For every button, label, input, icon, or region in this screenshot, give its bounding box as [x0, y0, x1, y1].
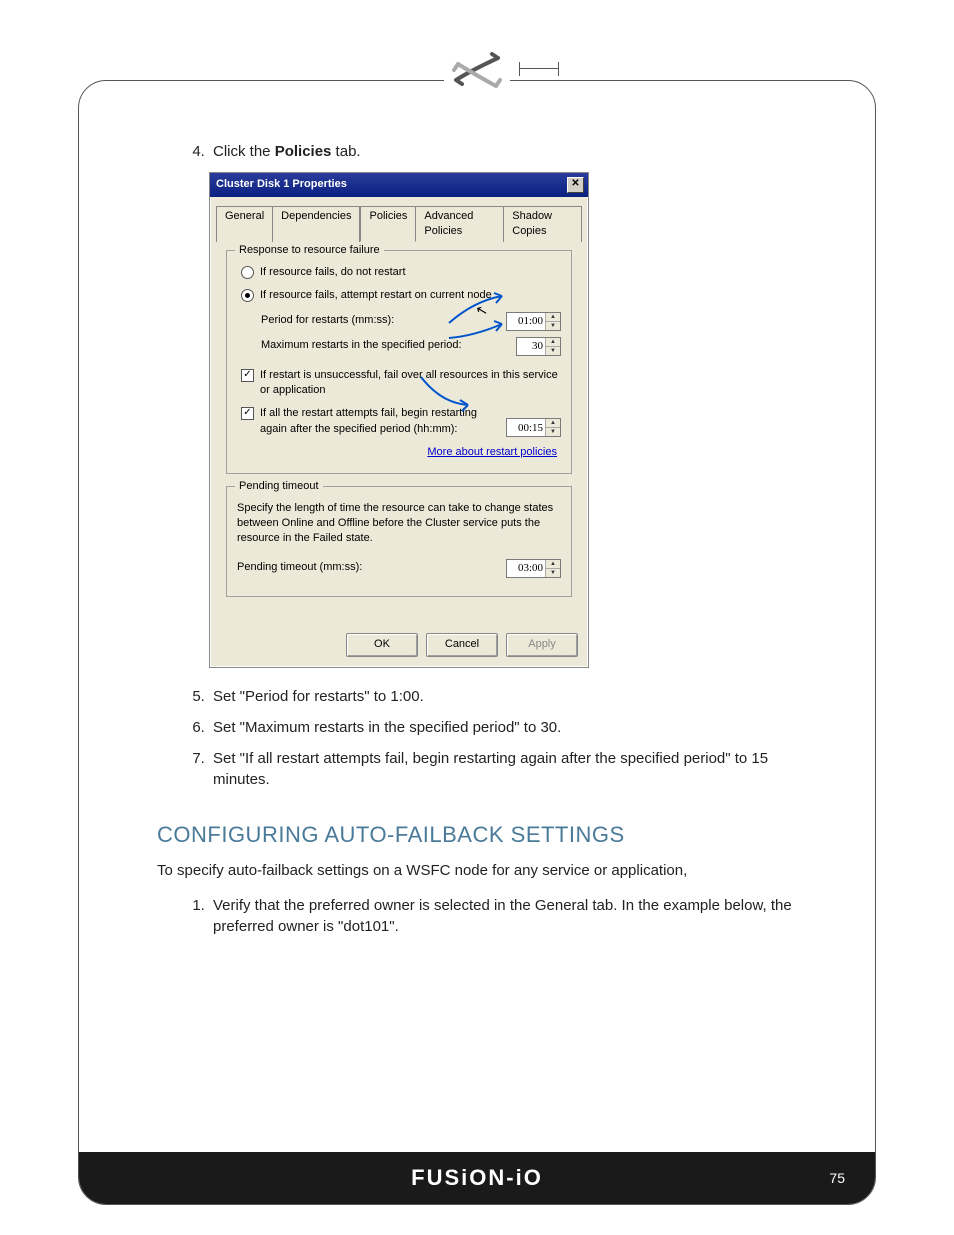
section-intro: To specify auto-failback settings on a W…: [157, 860, 815, 881]
check-begin-restarting[interactable]: ✓: [241, 407, 254, 420]
group-response-legend: Response to resource failure: [235, 243, 384, 258]
pending-timeout-label: Pending timeout (mm:ss):: [237, 560, 362, 575]
more-about-policies-link[interactable]: More about restart policies: [237, 445, 557, 460]
max-restarts-input[interactable]: [517, 338, 545, 355]
page-number: 75: [829, 1170, 845, 1186]
period-spinner[interactable]: ▲▼: [506, 312, 561, 331]
close-icon[interactable]: ✕: [567, 177, 584, 193]
radio-do-not-restart-label: If resource fails, do not restart: [260, 265, 406, 280]
step-6: Set "Maximum restarts in the specified p…: [209, 717, 815, 738]
spinner-arrows-icon[interactable]: ▲▼: [545, 313, 560, 330]
step-5: Set "Period for restarts" to 1:00.: [209, 686, 815, 707]
pending-desc: Specify the length of time the resource …: [237, 501, 561, 547]
pending-timeout-spinner[interactable]: ▲▼: [506, 559, 561, 578]
step4-suffix: tab.: [331, 143, 360, 160]
apply-button[interactable]: Apply: [506, 633, 578, 657]
tab-general[interactable]: General: [216, 206, 273, 242]
step-7: Set "If all restart attempts fail, begin…: [209, 748, 815, 790]
check-failover-label: If restart is unsuccessful, fail over al…: [260, 368, 561, 399]
radio-do-not-restart[interactable]: [241, 266, 254, 279]
tab-policies[interactable]: Policies: [360, 206, 416, 242]
section-heading: CONFIGURING AUTO-FAILBACK SETTINGS: [157, 820, 815, 851]
step4-bold: Policies: [275, 143, 332, 160]
cancel-button[interactable]: Cancel: [426, 633, 498, 657]
spinner-arrows-icon[interactable]: ▲▼: [545, 338, 560, 355]
period-label: Period for restarts (mm:ss):: [261, 313, 394, 328]
restart-period-spinner[interactable]: ▲▼: [506, 418, 561, 437]
max-restarts-label: Maximum restarts in the specified period…: [261, 338, 462, 353]
tab-dependencies[interactable]: Dependencies: [273, 206, 360, 242]
check-begin-restarting-label: If all the restart attempts fail, begin …: [260, 406, 500, 437]
group-response: Response to resource failure If resource…: [226, 250, 572, 474]
tab-strip: General Dependencies Policies Advanced P…: [216, 205, 582, 242]
tab-advanced-policies[interactable]: Advanced Policies: [416, 206, 504, 242]
step4-prefix: Click the: [213, 143, 275, 160]
restart-period-input[interactable]: [507, 419, 545, 436]
group-pending-legend: Pending timeout: [235, 479, 323, 494]
spinner-arrows-icon[interactable]: ▲▼: [545, 419, 560, 436]
footer-logo: FUSiON-iO: [411, 1165, 543, 1191]
footer-bar: FUSiON-iO 75: [79, 1152, 875, 1204]
dialog-title: Cluster Disk 1 Properties: [216, 177, 347, 192]
tab-shadow-copies[interactable]: Shadow Copies: [504, 206, 582, 242]
radio-attempt-restart[interactable]: [241, 289, 254, 302]
max-restarts-spinner[interactable]: ▲▼: [516, 337, 561, 356]
header-tick-mark: [519, 68, 559, 69]
spinner-arrows-icon[interactable]: ▲▼: [545, 560, 560, 577]
ok-button[interactable]: OK: [346, 633, 418, 657]
substep-1: Verify that the preferred owner is selec…: [209, 895, 815, 937]
properties-dialog: Cluster Disk 1 Properties ✕ General Depe…: [209, 172, 589, 668]
pending-timeout-input[interactable]: [507, 560, 545, 577]
period-input[interactable]: [507, 313, 545, 330]
check-failover[interactable]: ✓: [241, 369, 254, 382]
header-logo-icon: [444, 50, 510, 94]
step-4: Click the Policies tab.: [209, 141, 815, 162]
radio-attempt-restart-label: If resource fails, attempt restart on cu…: [260, 288, 492, 303]
group-pending-timeout: Pending timeout Specify the length of ti…: [226, 486, 572, 597]
